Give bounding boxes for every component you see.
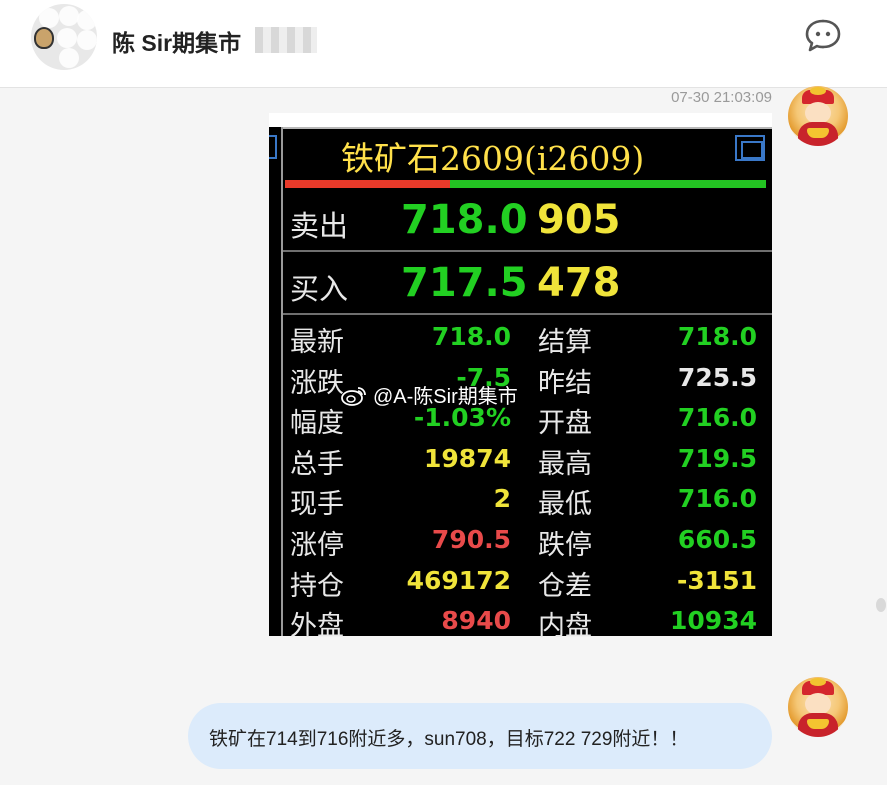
- quote-title: 铁矿石2609(i2609): [341, 139, 645, 178]
- quote-field-label: 开盘: [538, 408, 592, 440]
- quote-field-label: 结算: [538, 327, 592, 358]
- chat-header: 陈 Sir期集市: [0, 0, 887, 88]
- quote-field-value: 8940: [441, 606, 511, 636]
- futures-quote-screenshot: 铁矿石2609(i2609) 卖出 718.0 905 买入 717.5 478…: [269, 127, 772, 642]
- chat-title: 陈 Sir期集市: [112, 30, 242, 56]
- quote-field-label: 外盘: [290, 611, 344, 643]
- sender-avatar[interactable]: [788, 86, 848, 146]
- quote-field-label: 最高: [538, 448, 592, 480]
- quote-field-label: 最低: [538, 489, 592, 521]
- divider: [283, 313, 772, 315]
- quote-field-value: 719.5: [677, 443, 757, 473]
- quote-field-value: 790.5: [431, 525, 511, 554]
- panel-edge-icon: [269, 135, 277, 159]
- quote-field-value: 718.0: [431, 322, 511, 351]
- scrollbar-handle[interactable]: [876, 598, 886, 612]
- quote-field-label: 幅度: [290, 408, 344, 440]
- quote-field-label: 现手: [290, 489, 344, 521]
- divider: [283, 250, 772, 252]
- quote-field-value: 469172: [406, 565, 511, 595]
- message-timestamp: 07-30 21:03:09: [671, 89, 772, 106]
- chat-bubble-icon[interactable]: [802, 16, 844, 56]
- weibo-logo-icon: [341, 387, 366, 406]
- quote-field-label: 昨结: [538, 367, 592, 399]
- buy-ratio-bar: [450, 180, 766, 188]
- window-toggle-icon: [735, 135, 765, 161]
- quote-field-value: -3151: [677, 565, 757, 595]
- sell-label: 卖出: [290, 209, 349, 243]
- weibo-watermark: @A-陈Sir期集市: [341, 380, 518, 409]
- quote-field-label: 仓差: [538, 570, 592, 602]
- watermark-text: @A-陈Sir期集市: [373, 386, 518, 408]
- quote-field-label: 涨停: [290, 530, 344, 561]
- image-message[interactable]: 铁矿石2609(i2609) 卖出 718.0 905 买入 717.5 478…: [269, 113, 772, 642]
- group-avatar[interactable]: [31, 4, 97, 70]
- quote-field-value: 718.0: [677, 322, 757, 351]
- quote-field-value: 716.0: [677, 403, 757, 433]
- quote-field-value: 725.5: [677, 362, 757, 392]
- quote-field-value: 716.0: [677, 484, 757, 514]
- sell-price: 718.0: [401, 197, 528, 243]
- quote-field-label: 内盘: [538, 611, 592, 643]
- sell-volume: 905: [537, 197, 621, 243]
- message-text: 铁矿在714到716附近多，sun708，目标722 729附近！！: [209, 729, 689, 750]
- quote-field-label: 总手: [290, 448, 344, 480]
- quote-field-label: 持仓: [290, 570, 344, 602]
- quote-field-value: 10934: [670, 606, 757, 636]
- buy-volume: 478: [537, 260, 621, 306]
- quote-field-label: 最新: [290, 327, 344, 358]
- quote-field-value: 660.5: [677, 525, 757, 554]
- blurred-title-suffix: [255, 27, 317, 53]
- sell-ratio-bar: [285, 180, 450, 188]
- sender-avatar[interactable]: [788, 677, 848, 737]
- member-avatar-icon: [34, 27, 54, 49]
- buy-price: 717.5: [401, 260, 528, 306]
- quote-field-value: 19874: [424, 443, 511, 473]
- quote-field-label: 跌停: [538, 530, 592, 561]
- quote-field-label: 涨跌: [290, 367, 344, 399]
- text-message-bubble[interactable]: 铁矿在714到716附近多，sun708，目标722 729附近！！: [188, 703, 772, 769]
- quote-field-value: 2: [493, 484, 511, 514]
- buy-label: 买入: [290, 272, 349, 306]
